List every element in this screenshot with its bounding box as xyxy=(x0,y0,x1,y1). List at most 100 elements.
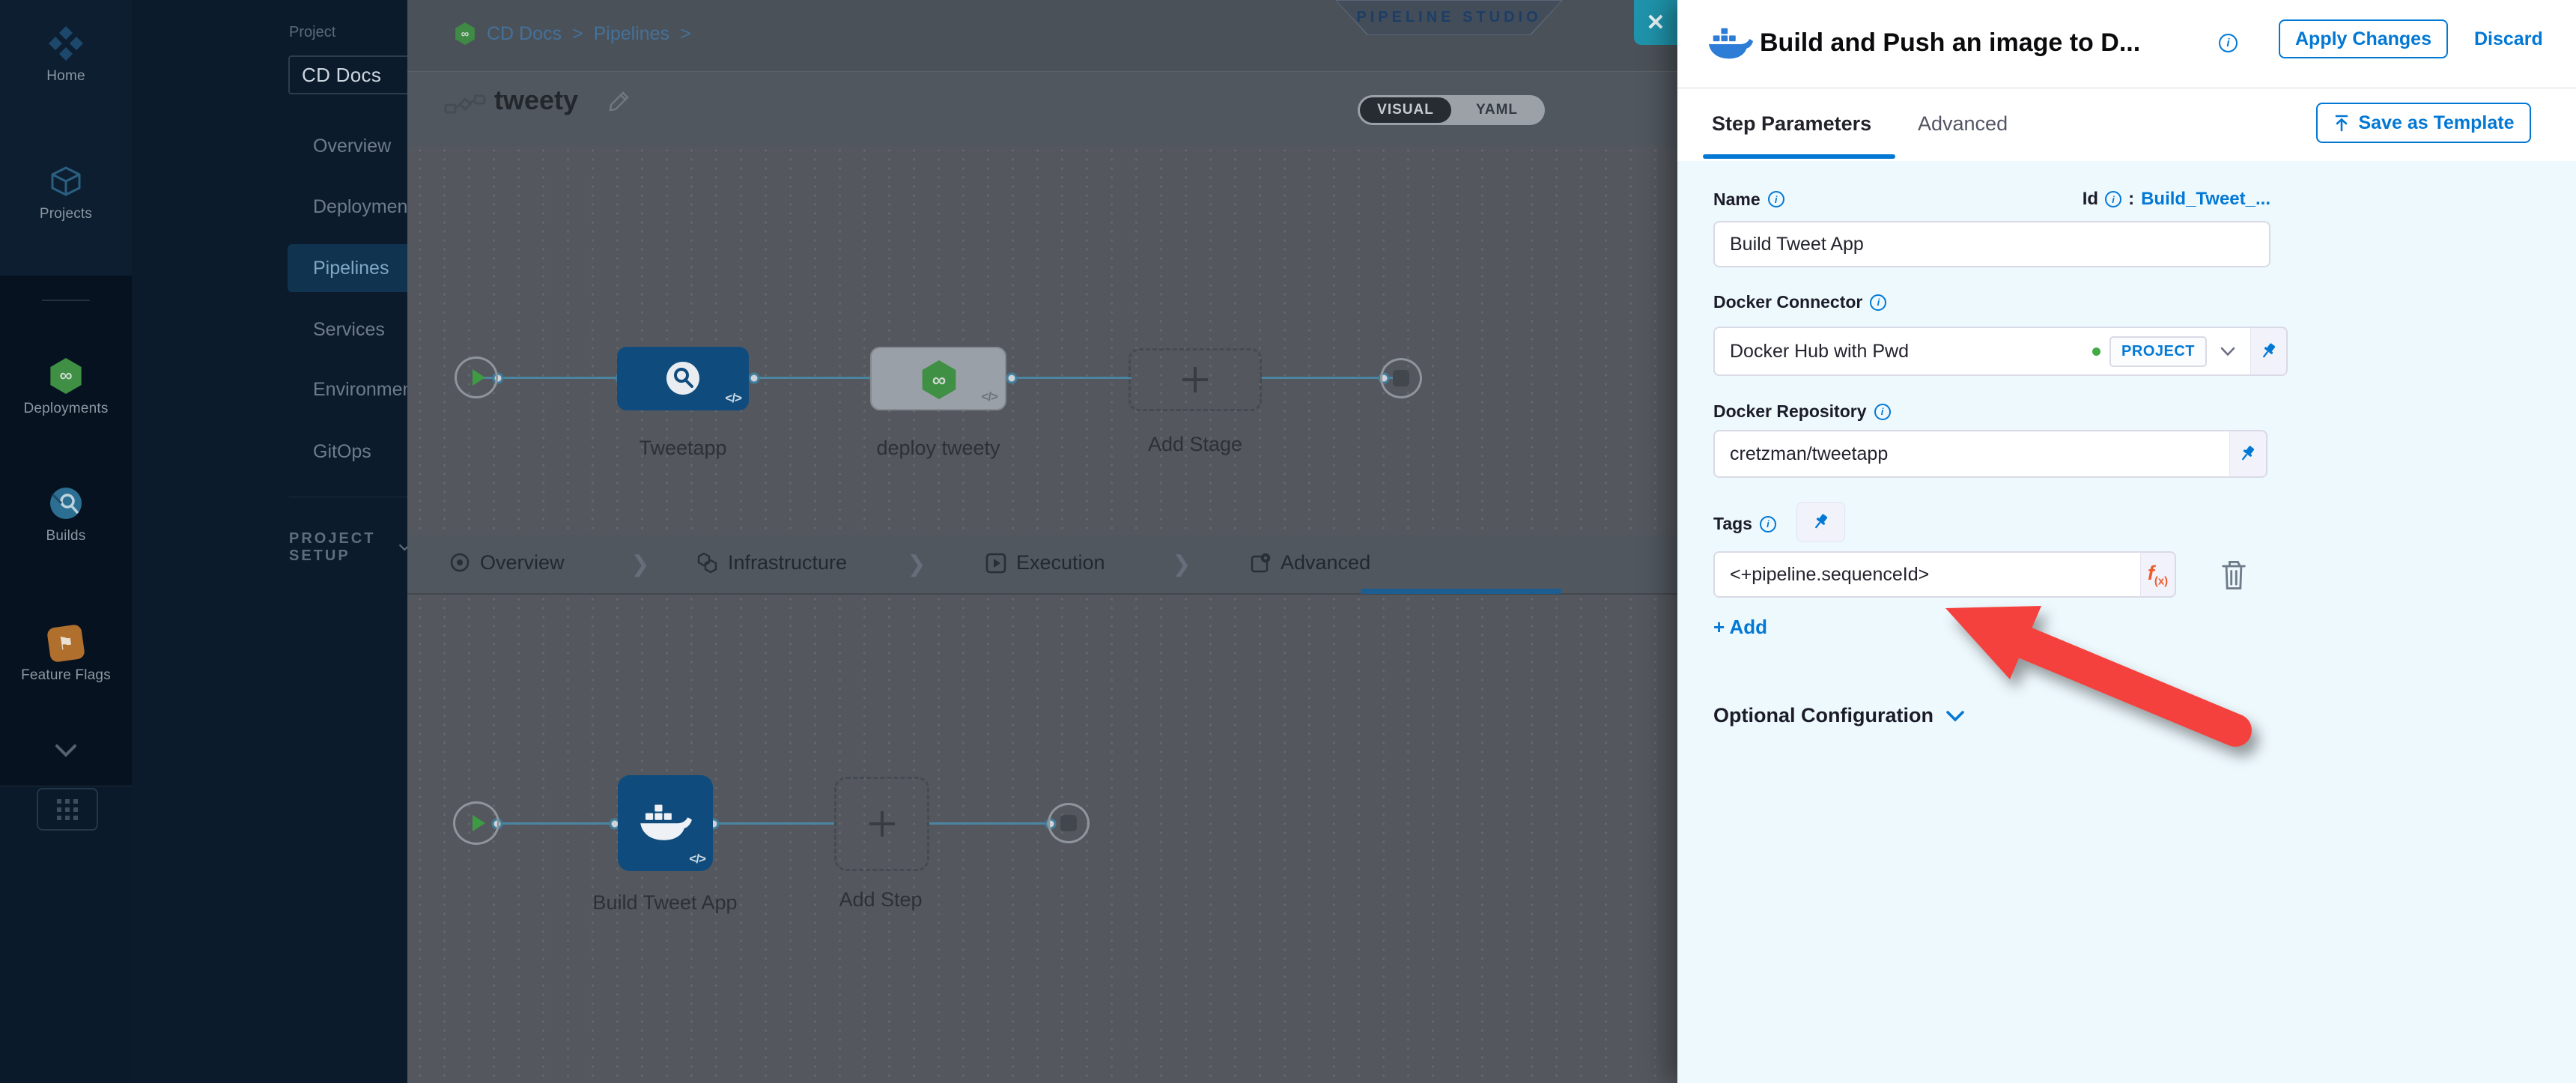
chevron-down-icon xyxy=(2220,347,2235,357)
breadcrumb-pipelines-link[interactable]: Pipelines xyxy=(594,23,669,45)
execution-tab-icon xyxy=(985,553,1006,574)
connector-select[interactable]: Docker Hub with Pwd PROJECT xyxy=(1713,327,2250,376)
repository-input[interactable]: cretzman/tweetapp xyxy=(1713,430,2229,478)
deployments-icon: ∞ xyxy=(48,358,84,394)
stage-label: Tweetapp xyxy=(639,437,726,460)
step-label: Add Step xyxy=(839,888,922,911)
rail-item-builds[interactable]: Builds xyxy=(0,485,132,544)
module-rail: Home Projects ∞ Deployments Builds xyxy=(0,0,132,1083)
scope-badge: PROJECT xyxy=(2109,336,2207,367)
rail-label: Home xyxy=(46,68,85,85)
yaml-toggle-button[interactable]: YAML xyxy=(1451,102,1543,118)
rail-item-home[interactable]: Home xyxy=(0,25,132,85)
project-module-icon: ∞ xyxy=(454,22,476,45)
optional-configuration-toggle[interactable]: Optional Configuration xyxy=(1713,704,1965,727)
name-row: Name i Id i : Build_Tweet_... xyxy=(1713,189,2270,210)
docker-step-icon xyxy=(1707,24,1754,61)
stage-tabbar: Overview ❯ Infrastructure ❯ Execution ❯ … xyxy=(407,535,1677,595)
tab-advanced[interactable]: Advanced xyxy=(1918,112,2008,136)
tab-execution[interactable]: Execution xyxy=(985,551,1105,574)
expression-toggle[interactable]: f(x) xyxy=(2140,551,2176,598)
pipeline-start-node xyxy=(455,357,498,398)
connector-status-dot xyxy=(2092,348,2100,356)
rail-label: Deployments xyxy=(23,401,108,417)
tab-separator: ❯ xyxy=(907,551,926,577)
advanced-tab-icon xyxy=(1250,553,1271,574)
rail-item-feature-flags[interactable]: ⚑ Feature Flags xyxy=(0,626,132,684)
stage-node-tweetapp[interactable]: </> xyxy=(617,347,749,410)
add-tag-link[interactable]: + Add xyxy=(1713,616,1767,639)
fx-icon: f(x) xyxy=(2148,562,2168,587)
step-id-value[interactable]: Build_Tweet_... xyxy=(2141,189,2270,210)
projects-icon xyxy=(49,165,83,199)
add-stage-node[interactable] xyxy=(1128,348,1262,411)
plus-icon xyxy=(869,811,895,837)
project-setup-section[interactable]: PROJECT SETUP xyxy=(289,530,410,565)
info-icon[interactable]: i xyxy=(1870,294,1886,311)
infrastructure-tab-icon xyxy=(696,552,718,574)
code-icon: </> xyxy=(981,389,997,404)
breadcrumb-project-link[interactable]: CD Docs xyxy=(487,23,562,45)
tab-separator: ❯ xyxy=(1172,551,1191,577)
edge xyxy=(749,377,876,379)
stage-label: deploy tweety xyxy=(876,437,1000,460)
tag-input[interactable]: <+pipeline.sequenceId> xyxy=(1713,551,2140,598)
info-icon[interactable]: i xyxy=(2105,191,2121,207)
port xyxy=(749,373,760,384)
rail-collapse-chevron-icon[interactable] xyxy=(0,738,132,762)
stage-node-deploy-tweety[interactable]: ∞ </> xyxy=(870,347,1006,410)
module-grid-button[interactable] xyxy=(37,788,98,831)
connector-pin-addon[interactable] xyxy=(2250,327,2288,376)
code-icon: </> xyxy=(725,391,741,406)
discard-button[interactable]: Discard xyxy=(2474,28,2543,50)
play-icon xyxy=(473,815,485,831)
project-sidebar: Project CD Docs Overview Deployments Pip… xyxy=(132,0,407,1083)
pipeline-end-node xyxy=(1380,358,1422,398)
connector-field: Docker Hub with Pwd PROJECT xyxy=(1713,327,2288,376)
breadcrumb-sep: > xyxy=(572,23,583,45)
rail-item-projects[interactable]: Projects xyxy=(0,165,132,222)
upload-icon xyxy=(2333,114,2350,132)
edge xyxy=(711,822,835,825)
overview-tab-icon xyxy=(450,553,470,573)
grid-icon xyxy=(55,798,79,822)
edge xyxy=(502,822,622,825)
rail-label: Projects xyxy=(40,206,92,222)
step-node-build-tweet-app[interactable]: </> xyxy=(618,775,713,871)
plus-icon xyxy=(1182,367,1208,392)
info-icon[interactable]: i xyxy=(1874,404,1891,420)
breadcrumb-sep: > xyxy=(680,23,691,45)
execution-start-node xyxy=(453,801,499,845)
execution-canvas[interactable]: </> Build Tweet App Add Step xyxy=(407,595,1677,1083)
close-icon: ✕ xyxy=(1646,10,1665,36)
edit-pencil-icon[interactable] xyxy=(608,90,631,112)
active-tab-underline xyxy=(1703,154,1895,159)
info-icon[interactable]: i xyxy=(1760,516,1776,533)
delete-tag-icon[interactable] xyxy=(2219,559,2249,592)
tag-field-row: <+pipeline.sequenceId> f(x) xyxy=(1713,551,2176,598)
execution-end-node xyxy=(1048,803,1090,843)
tags-pin-button[interactable] xyxy=(1796,502,1845,542)
tab-step-parameters[interactable]: Step Parameters xyxy=(1712,112,1871,136)
info-icon[interactable]: i xyxy=(1768,191,1784,207)
close-studio-button[interactable]: ✕ xyxy=(1634,0,1677,45)
step-label: Build Tweet App xyxy=(592,891,737,914)
tab-infrastructure[interactable]: Infrastructure xyxy=(696,551,847,574)
pipeline-name: tweety xyxy=(494,85,578,116)
name-field: Build Tweet App xyxy=(1713,221,2270,267)
builds-icon xyxy=(48,485,84,521)
repository-pin-addon[interactable] xyxy=(2229,430,2267,478)
apply-changes-button[interactable]: Apply Changes xyxy=(2279,19,2448,58)
save-as-template-button[interactable]: Save as Template xyxy=(2316,103,2531,143)
info-icon[interactable]: i xyxy=(2219,34,2238,52)
visual-toggle-button[interactable]: VISUAL xyxy=(1360,97,1451,123)
tab-overview[interactable]: Overview xyxy=(450,551,565,574)
play-icon xyxy=(473,369,485,386)
add-step-node[interactable] xyxy=(834,777,929,871)
tab-advanced[interactable]: Advanced xyxy=(1250,551,1370,574)
stage-canvas[interactable]: </> ∞ </> Tweetapp deploy tweety Add Sta… xyxy=(407,146,1677,535)
rail-item-deployments[interactable]: ∞ Deployments xyxy=(0,358,132,417)
edge xyxy=(1012,377,1131,379)
name-input[interactable]: Build Tweet App xyxy=(1713,221,2270,267)
pipeline-studio-badge: PIPELINE STUDIO xyxy=(1335,0,1563,35)
